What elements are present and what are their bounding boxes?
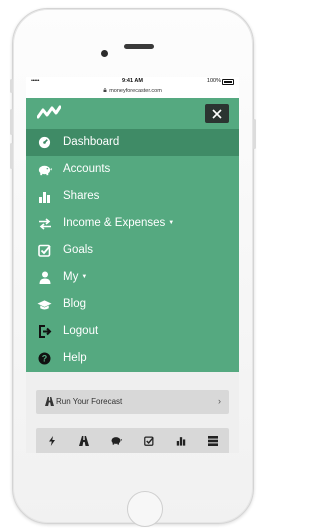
road-icon [45, 397, 54, 406]
help-icon: ? [37, 351, 52, 366]
battery-icon [222, 79, 234, 85]
phone-volume-up [10, 109, 13, 135]
bottom-toolbar [36, 428, 229, 453]
menu-item-logout[interactable]: Logout [26, 318, 239, 345]
exchange-icon [37, 216, 52, 231]
phone-side-button [10, 79, 13, 93]
check-square-icon [143, 436, 154, 446]
chevron-right-icon: › [218, 396, 221, 406]
menu-item-income-expenses[interactable]: Income & Expenses ▼ [26, 210, 239, 237]
menu-item-label: Help [63, 352, 87, 364]
run-forecast-label: Run Your Forecast [56, 397, 123, 406]
server-icon [207, 435, 218, 446]
menu-item-label: Logout [63, 325, 99, 337]
phone-volume-down [10, 143, 13, 169]
status-bar: ••••• 9:41 AM 100% [26, 77, 239, 86]
phone-camera [101, 50, 108, 57]
navigation-menu: Dashboard Accounts Shares Income & Expen… [26, 98, 239, 372]
home-button[interactable] [127, 491, 163, 527]
close-menu-button[interactable] [205, 104, 229, 123]
menu-item-accounts[interactable]: Accounts [26, 156, 239, 183]
menu-item-text: Income & Expenses [63, 217, 166, 229]
menu-item-goals[interactable]: Goals [26, 237, 239, 264]
menu-item-label: Shares [63, 190, 100, 202]
piggy-bank-icon [37, 162, 52, 177]
road-icon [79, 435, 90, 446]
phone-power-button [253, 119, 256, 149]
logo-icon[interactable] [37, 105, 61, 120]
toolbar-piggy-button[interactable] [100, 428, 132, 453]
address-bar[interactable]: moneyforecaster.com [26, 86, 239, 97]
phone-screen: ••••• 9:41 AM 100% moneyforecaster.com D… [26, 77, 239, 453]
menu-item-my[interactable]: My ▼ [26, 264, 239, 291]
dropdown-caret-icon: ▼ [168, 220, 175, 226]
menu-item-label: Blog [63, 298, 87, 310]
check-square-icon [37, 243, 52, 258]
piggy-bank-icon [111, 437, 123, 445]
menu-item-label: Accounts [63, 163, 111, 175]
user-icon [37, 270, 52, 285]
dashboard-icon [37, 135, 52, 150]
dropdown-caret-icon: ▼ [81, 274, 88, 280]
toolbar-bolt-button[interactable] [36, 428, 68, 453]
graduation-cap-icon [37, 297, 52, 312]
phone-speaker [124, 44, 154, 49]
svg-text:?: ? [42, 354, 48, 364]
bar-chart-icon [37, 189, 52, 204]
logout-icon [37, 324, 52, 339]
menu-item-label: Dashboard [63, 136, 120, 148]
menu-item-help[interactable]: ? Help [26, 345, 239, 372]
toolbar-server-button[interactable] [197, 428, 229, 453]
close-icon [212, 108, 222, 119]
toolbar-road-button[interactable] [68, 428, 100, 453]
menu-item-shares[interactable]: Shares [26, 183, 239, 210]
menu-header [26, 98, 239, 129]
menu-item-dashboard[interactable]: Dashboard [26, 129, 239, 156]
battery-percent: 100% [206, 78, 221, 84]
run-forecast-button[interactable]: Run Your Forecast › [36, 390, 229, 414]
menu-item-label: My ▼ [63, 271, 87, 283]
menu-item-label: Income & Expenses ▼ [63, 217, 174, 229]
menu-item-blog[interactable]: Blog [26, 291, 239, 318]
page-content: Run Your Forecast › [26, 372, 239, 453]
toolbar-goals-button[interactable] [133, 428, 165, 453]
bar-chart-icon [176, 436, 185, 446]
toolbar-chart-button[interactable] [165, 428, 197, 453]
menu-item-text: My [63, 271, 79, 283]
bolt-icon [49, 435, 56, 446]
lock-icon [103, 88, 107, 92]
menu-items: Dashboard Accounts Shares Income & Expen… [26, 129, 239, 372]
url-text: moneyforecaster.com [109, 88, 162, 94]
menu-item-label: Goals [63, 244, 94, 256]
